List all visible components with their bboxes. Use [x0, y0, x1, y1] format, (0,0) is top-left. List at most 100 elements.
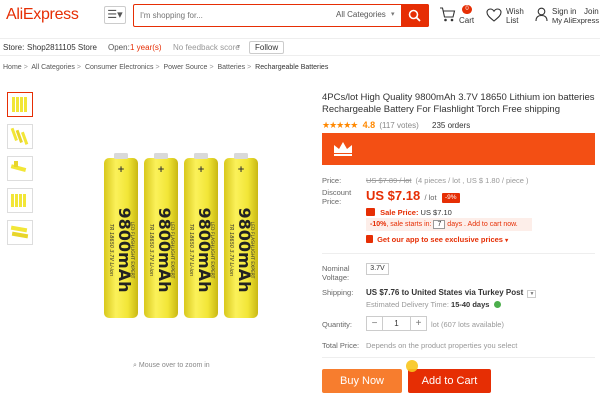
discount-price: US $7.18 / lot — [366, 188, 437, 203]
breadcrumb-item[interactable]: Power Source — [163, 64, 207, 71]
countdown-days: 7 — [433, 220, 446, 229]
svg-text:TR 18650 3.7V Li-ion: TR 18650 3.7V Li-ion — [228, 224, 234, 276]
chevron-down-icon: ▾ — [505, 238, 509, 244]
rating-value: 4.8 — [362, 120, 376, 130]
follow-button[interactable]: Follow — [249, 41, 285, 54]
star-rating-icons: ★★★★★ — [322, 120, 358, 130]
discount-price-label-line2: Price: — [322, 197, 342, 206]
countdown-percent: -10% — [370, 221, 387, 228]
category-select[interactable]: All Categories — [336, 10, 386, 19]
quantity-label: Quantity: — [322, 320, 353, 329]
quantity-stepper: − 1 + — [366, 316, 427, 331]
svg-text:+: + — [117, 165, 125, 175]
shipping-info[interactable]: US $7.76 to United States via Turkey Pos… — [366, 288, 537, 298]
svg-text:+: + — [237, 165, 245, 175]
chevron-down-icon[interactable]: ▾ — [391, 10, 395, 18]
sale-price-value: US $7.10 — [420, 208, 452, 217]
battery-cell: +9800mAhLED FLASHLIGHT EXPERTTR 18650 3.… — [144, 153, 178, 318]
sale-price: Sale Price: US $7.10 — [366, 208, 452, 217]
user-icon — [535, 7, 548, 22]
svg-text:LED FLASHLIGHT EXPERT: LED FLASHLIGHT EXPERT — [249, 222, 255, 279]
thumbnail-image[interactable] — [7, 92, 33, 117]
delivery-time: Estimated Delivery Time: 15-40 days — [366, 300, 501, 309]
product-title: 4PCs/lot High Quality 9800mAh 3.7V 18650… — [322, 92, 595, 115]
feedback-score: No feedback score — [173, 43, 240, 52]
breadcrumb-item[interactable]: Batteries — [218, 64, 246, 71]
discount-badge: -9% — [442, 193, 460, 203]
info-icon[interactable] — [493, 301, 501, 308]
product-main-image[interactable]: +9800mAh LED FLASHLIGHT EXPERT TR 18650 3.… — [36, 90, 314, 360]
phone-icon — [366, 235, 373, 243]
store-name-link[interactable]: Shop2811105 Store — [27, 43, 97, 52]
promo-banner — [322, 133, 595, 165]
nominal-voltage-label-line2: Voltage: — [322, 273, 350, 282]
thumbnail-image[interactable] — [7, 188, 33, 213]
cart-icon — [440, 7, 456, 22]
thumbnail-image[interactable] — [7, 220, 33, 245]
price-label: Price: — [322, 176, 342, 185]
delivery-label: Estimated Delivery Time: — [366, 300, 449, 309]
store-open-value: 1 year(s) — [130, 43, 162, 52]
breadcrumb-item[interactable]: Home — [3, 64, 22, 71]
rating-summary[interactable]: ★★★★★ 4.8 (117 votes) — [322, 120, 419, 131]
store-bar: Store: Shop2811105 Store Open: 1 year(s)… — [0, 38, 600, 56]
quantity-increase-button[interactable]: + — [410, 317, 426, 330]
search-bar: All Categories ▾ — [133, 4, 429, 27]
original-price: US $7.89 / lot (4 pieces / lot , US $ 1.… — [366, 176, 529, 185]
nominal-voltage-label-line1: Nominal — [322, 264, 350, 273]
heart-icon — [486, 8, 502, 22]
svg-text:LED FLASHLIGHT EXPERT: LED FLASHLIGHT EXPERT — [169, 222, 175, 279]
breadcrumb-item[interactable]: All Categories — [31, 64, 75, 71]
battery-product-illustration: +9800mAhLED FLASHLIGHT EXPERTTR 18650 3.… — [104, 153, 258, 318]
quantity-input[interactable]: 1 — [383, 317, 410, 330]
svg-text:+: + — [157, 165, 165, 175]
svg-text:TR 18650 3.7V Li-ion: TR 18650 3.7V Li-ion — [148, 224, 154, 276]
store-open-label: Open: — [108, 43, 130, 52]
discount-price-value: US $7.18 — [366, 188, 421, 203]
breadcrumb-item[interactable]: Consumer Electronics — [85, 64, 153, 71]
cart-label: Cart — [459, 16, 475, 25]
quantity-available: lot (607 lots available) — [431, 320, 504, 329]
zoom-hint: ⌕ Mouse over to zoom in — [133, 362, 210, 370]
mouse-cursor-indicator — [406, 360, 418, 372]
aliexpress-logo[interactable]: AliExpress — [6, 6, 79, 24]
crown-icon — [334, 142, 352, 156]
join-link[interactable]: Join — [584, 7, 599, 16]
get-app-link[interactable]: Get our app to see exclusive prices ▾ — [366, 235, 508, 244]
voltage-option-3-7v[interactable]: 3.7V — [366, 263, 389, 275]
chevron-down-icon: ▾ — [237, 44, 241, 50]
total-price-label: Total Price: — [322, 341, 360, 350]
thumbnail-list — [7, 92, 33, 252]
breadcrumb-item-current: Rechargeable Batteries — [255, 64, 329, 71]
divider — [322, 357, 595, 358]
search-input[interactable] — [140, 8, 320, 23]
account-menu[interactable]: Sign in Join My AliExpress — [535, 4, 599, 30]
shipping-value: US $7.76 to United States via Turkey Pos… — [366, 288, 524, 297]
vote-count: (117 votes) — [379, 121, 419, 130]
breadcrumb: Home > All Categories > Consumer Electroni… — [3, 64, 329, 71]
svg-text:LED FLASHLIGHT EXPERT: LED FLASHLIGHT EXPERT — [129, 222, 135, 279]
order-count: 235 orders — [432, 121, 471, 130]
wishlist-label-line2: List — [506, 16, 519, 25]
chevron-down-icon[interactable]: ▼ — [527, 290, 537, 298]
battery-cell: +9800mAhLED FLASHLIGHT EXPERTTR 18650 3.… — [104, 153, 138, 318]
sale-tag-icon — [366, 208, 375, 216]
quantity-decrease-button[interactable]: − — [367, 317, 383, 330]
thumbnail-image[interactable] — [7, 156, 33, 181]
thumbnail-image[interactable] — [7, 124, 33, 149]
original-price-detail: (4 pieces / lot , US $ 1.80 / piece ) — [415, 176, 529, 185]
category-menu-button[interactable]: ☰▾ — [104, 6, 126, 24]
my-aliexpress-link[interactable]: My AliExpress — [552, 16, 599, 25]
wishlist-link[interactable]: Wish List — [486, 4, 526, 30]
site-header: AliExpress ☰▾ All Categories ▾ Cart 0 Wi… — [0, 0, 600, 34]
search-button[interactable] — [401, 4, 429, 27]
battery-cell: +9800mAhLED FLASHLIGHT EXPERTTR 18650 3.… — [224, 153, 258, 318]
sign-in-link[interactable]: Sign in — [552, 7, 576, 16]
countdown-text: , sale starts in: — [386, 221, 432, 228]
svg-text:TR 18650 3.7V Li-ion: TR 18650 3.7V Li-ion — [188, 224, 194, 276]
magnifier-icon: ⌕ — [133, 362, 137, 369]
store-label: Store: — [3, 43, 25, 52]
add-to-cart-button[interactable]: Add to Cart — [408, 369, 491, 393]
buy-now-button[interactable]: Buy Now — [322, 369, 402, 393]
discount-price-label-line1: Discount — [322, 188, 352, 197]
